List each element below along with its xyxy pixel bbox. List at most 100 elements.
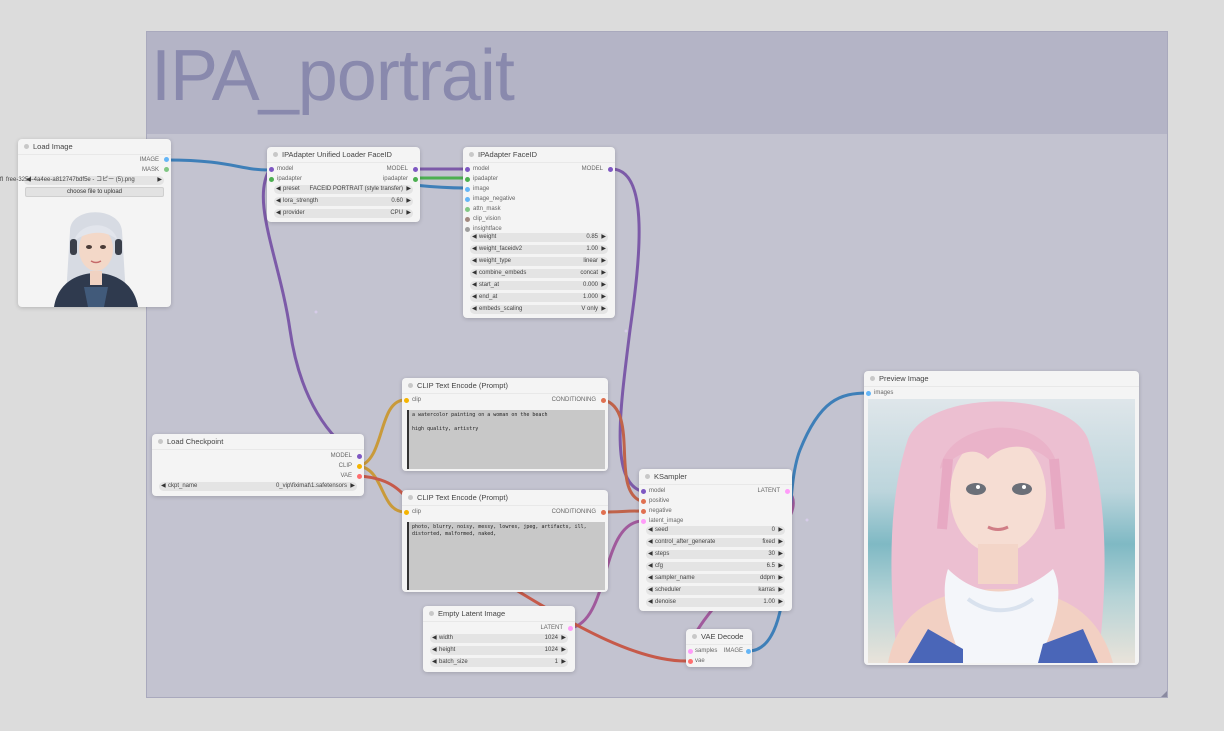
arrow-left-icon[interactable]: ◀ — [276, 185, 281, 194]
arrow-right-icon[interactable]: ▶ — [778, 574, 783, 583]
arrow-left-icon[interactable]: ◀ — [472, 257, 477, 266]
node-clip-positive[interactable]: CLIP Text Encode (Prompt) clip CONDITION… — [402, 378, 608, 471]
collapse-dot[interactable] — [870, 376, 875, 381]
widget-batch-size[interactable]: ◀ batch_size 1 ▶ — [430, 658, 568, 667]
node-load-checkpoint[interactable]: Load Checkpoint MODEL CLIP VAE ◀ ckpt_nam… — [152, 434, 364, 496]
arrow-left-icon[interactable]: ◀ — [472, 245, 477, 254]
arrow-right-icon[interactable]: ▶ — [601, 293, 606, 302]
arrow-left-icon[interactable]: ◀ — [161, 482, 166, 491]
output-model-pin[interactable] — [608, 167, 613, 172]
output-conditioning-pin[interactable] — [601, 510, 606, 515]
widget-width[interactable]: ◀ width 1024 ▶ — [430, 634, 568, 643]
arrow-left-icon[interactable]: ◀ — [472, 281, 477, 290]
arrow-right-icon[interactable]: ▶ — [601, 305, 606, 314]
arrow-left-icon[interactable]: ◀ — [648, 586, 653, 595]
node-title-ksampler[interactable]: KSampler — [639, 469, 792, 485]
widget-weight-faceidv2[interactable]: ◀ weight_faceidv2 1.00 ▶ — [470, 245, 608, 254]
input-image-pin[interactable] — [465, 187, 470, 192]
node-title-load-checkpoint[interactable]: Load Checkpoint — [152, 434, 364, 450]
collapse-dot[interactable] — [273, 152, 278, 157]
arrow-right-icon[interactable]: ▶ — [778, 526, 783, 535]
node-preview-image[interactable]: Preview Image images — [864, 371, 1139, 665]
node-title-load-image[interactable]: Load Image — [18, 139, 171, 155]
arrow-right-icon[interactable]: ▶ — [406, 185, 411, 194]
output-model-pin[interactable] — [357, 454, 362, 459]
input-ipadapter-pin[interactable] — [465, 177, 470, 182]
output-model-pin[interactable] — [413, 167, 418, 172]
arrow-right-icon[interactable]: ▶ — [778, 538, 783, 547]
widget-cfg[interactable]: ◀ cfg 6.5 ▶ — [646, 562, 785, 571]
arrow-left-icon[interactable]: ◀ — [432, 646, 437, 655]
output-image-pin[interactable] — [164, 157, 169, 162]
arrow-right-icon[interactable]: ▶ — [561, 658, 566, 667]
arrow-right-icon[interactable]: ▶ — [561, 634, 566, 643]
node-title-clip-negative[interactable]: CLIP Text Encode (Prompt) — [402, 490, 608, 506]
input-clip-pin[interactable] — [404, 398, 409, 403]
node-vae-decode[interactable]: VAE Decode samples vae IMAGE — [686, 629, 752, 667]
arrow-left-icon[interactable]: ◀ — [472, 305, 477, 314]
widget-ckpt-name[interactable]: ◀ ckpt_name 0_vip\fiximat\1.safetensors ▶ — [159, 482, 357, 491]
widget-scheduler[interactable]: ◀ scheduler karras ▶ — [646, 586, 785, 595]
node-title-vae-decode[interactable]: VAE Decode — [686, 629, 752, 645]
arrow-right-icon[interactable]: ▶ — [601, 269, 606, 278]
collapse-dot[interactable] — [408, 495, 413, 500]
arrow-right-icon[interactable]: ▶ — [157, 176, 162, 185]
widget-end-at[interactable]: ◀ end_at 1.000 ▶ — [470, 293, 608, 302]
arrow-left-icon[interactable]: ◀ — [276, 197, 281, 206]
widget-weight-type[interactable]: ◀ weight_type linear ▶ — [470, 257, 608, 266]
arrow-left-icon[interactable]: ◀ — [276, 209, 281, 218]
widget-combine-embeds[interactable]: ◀ combine_embeds concat ▶ — [470, 269, 608, 278]
output-conditioning-pin[interactable] — [601, 398, 606, 403]
output-image-pin[interactable] — [746, 649, 751, 654]
widget-height[interactable]: ◀ height 1024 ▶ — [430, 646, 568, 655]
input-model-pin[interactable] — [465, 167, 470, 172]
node-empty-latent[interactable]: Empty Latent Image LATENT ◀ width 1024 ▶ ◀ h… — [423, 606, 575, 672]
arrow-left-icon[interactable]: ◀ — [648, 598, 653, 607]
widget-steps[interactable]: ◀ steps 30 ▶ — [646, 550, 785, 559]
input-vae-pin[interactable] — [688, 659, 693, 664]
node-ipa-loader[interactable]: IPAdapter Unified Loader FaceID model ip… — [267, 147, 420, 222]
input-positive-pin[interactable] — [641, 499, 646, 504]
image-file-select[interactable]: ◀ free-3254-4a4ee-a812747bdf5e - コピー (5)… — [6, 176, 164, 185]
arrow-right-icon[interactable]: ▶ — [601, 245, 606, 254]
input-images-pin[interactable] — [866, 391, 871, 396]
collapse-dot[interactable] — [429, 611, 434, 616]
input-attn-mask-pin[interactable] — [465, 207, 470, 212]
collapse-dot[interactable] — [469, 152, 474, 157]
arrow-left-icon[interactable]: ◀ — [648, 526, 653, 535]
arrow-right-icon[interactable]: ▶ — [350, 482, 355, 491]
node-ksampler[interactable]: KSampler LATENT model positive negative … — [639, 469, 792, 611]
widget-provider[interactable]: ◀ provider CPU ▶ — [274, 209, 413, 218]
output-clip-pin[interactable] — [357, 464, 362, 469]
collapse-dot[interactable] — [158, 439, 163, 444]
input-image-negative-pin[interactable] — [465, 197, 470, 202]
input-model-pin[interactable] — [641, 489, 646, 494]
arrow-right-icon[interactable]: ▶ — [778, 562, 783, 571]
prompt-textarea[interactable]: a watercolor painting on a woman on the … — [407, 410, 605, 469]
node-title-empty-latent[interactable]: Empty Latent Image — [423, 606, 575, 622]
arrow-left-icon[interactable]: ◀ — [648, 562, 653, 571]
arrow-left-icon[interactable]: ◀ — [648, 538, 653, 547]
widget-denoise[interactable]: ◀ denoise 1.00 ▶ — [646, 598, 785, 607]
node-title-clip-positive[interactable]: CLIP Text Encode (Prompt) — [402, 378, 608, 394]
arrow-right-icon[interactable]: ▶ — [601, 281, 606, 290]
widget-weight[interactable]: ◀ weight 0.85 ▶ — [470, 233, 608, 242]
output-latent-pin[interactable] — [568, 626, 573, 631]
widget-control-after-generate[interactable]: ◀ control_after_generate fixed ▶ — [646, 538, 785, 547]
input-insightface-pin[interactable] — [465, 227, 470, 232]
arrow-right-icon[interactable]: ▶ — [601, 257, 606, 266]
collapse-dot[interactable] — [408, 383, 413, 388]
arrow-left-icon[interactable]: ◀ — [472, 269, 477, 278]
output-ipadapter-pin[interactable] — [413, 177, 418, 182]
widget-sampler-name[interactable]: ◀ sampler_name ddpm ▶ — [646, 574, 785, 583]
widget-embeds-scaling[interactable]: ◀ embeds_scaling V only ▶ — [470, 305, 608, 314]
prompt-textarea[interactable]: photo, blurry, noisy, messy, lowres, jpe… — [407, 522, 605, 590]
widget-lora-strength[interactable]: ◀ lora_strength 0.60 ▶ — [274, 197, 413, 206]
arrow-left-icon[interactable]: ◀ — [432, 634, 437, 643]
input-model-pin[interactable] — [269, 167, 274, 172]
arrow-left-icon[interactable]: ◀ — [472, 293, 477, 302]
input-ipadapter-pin[interactable] — [269, 177, 274, 182]
collapse-dot[interactable] — [24, 144, 29, 149]
arrow-right-icon[interactable]: ▶ — [778, 598, 783, 607]
input-clip-pin[interactable] — [404, 510, 409, 515]
